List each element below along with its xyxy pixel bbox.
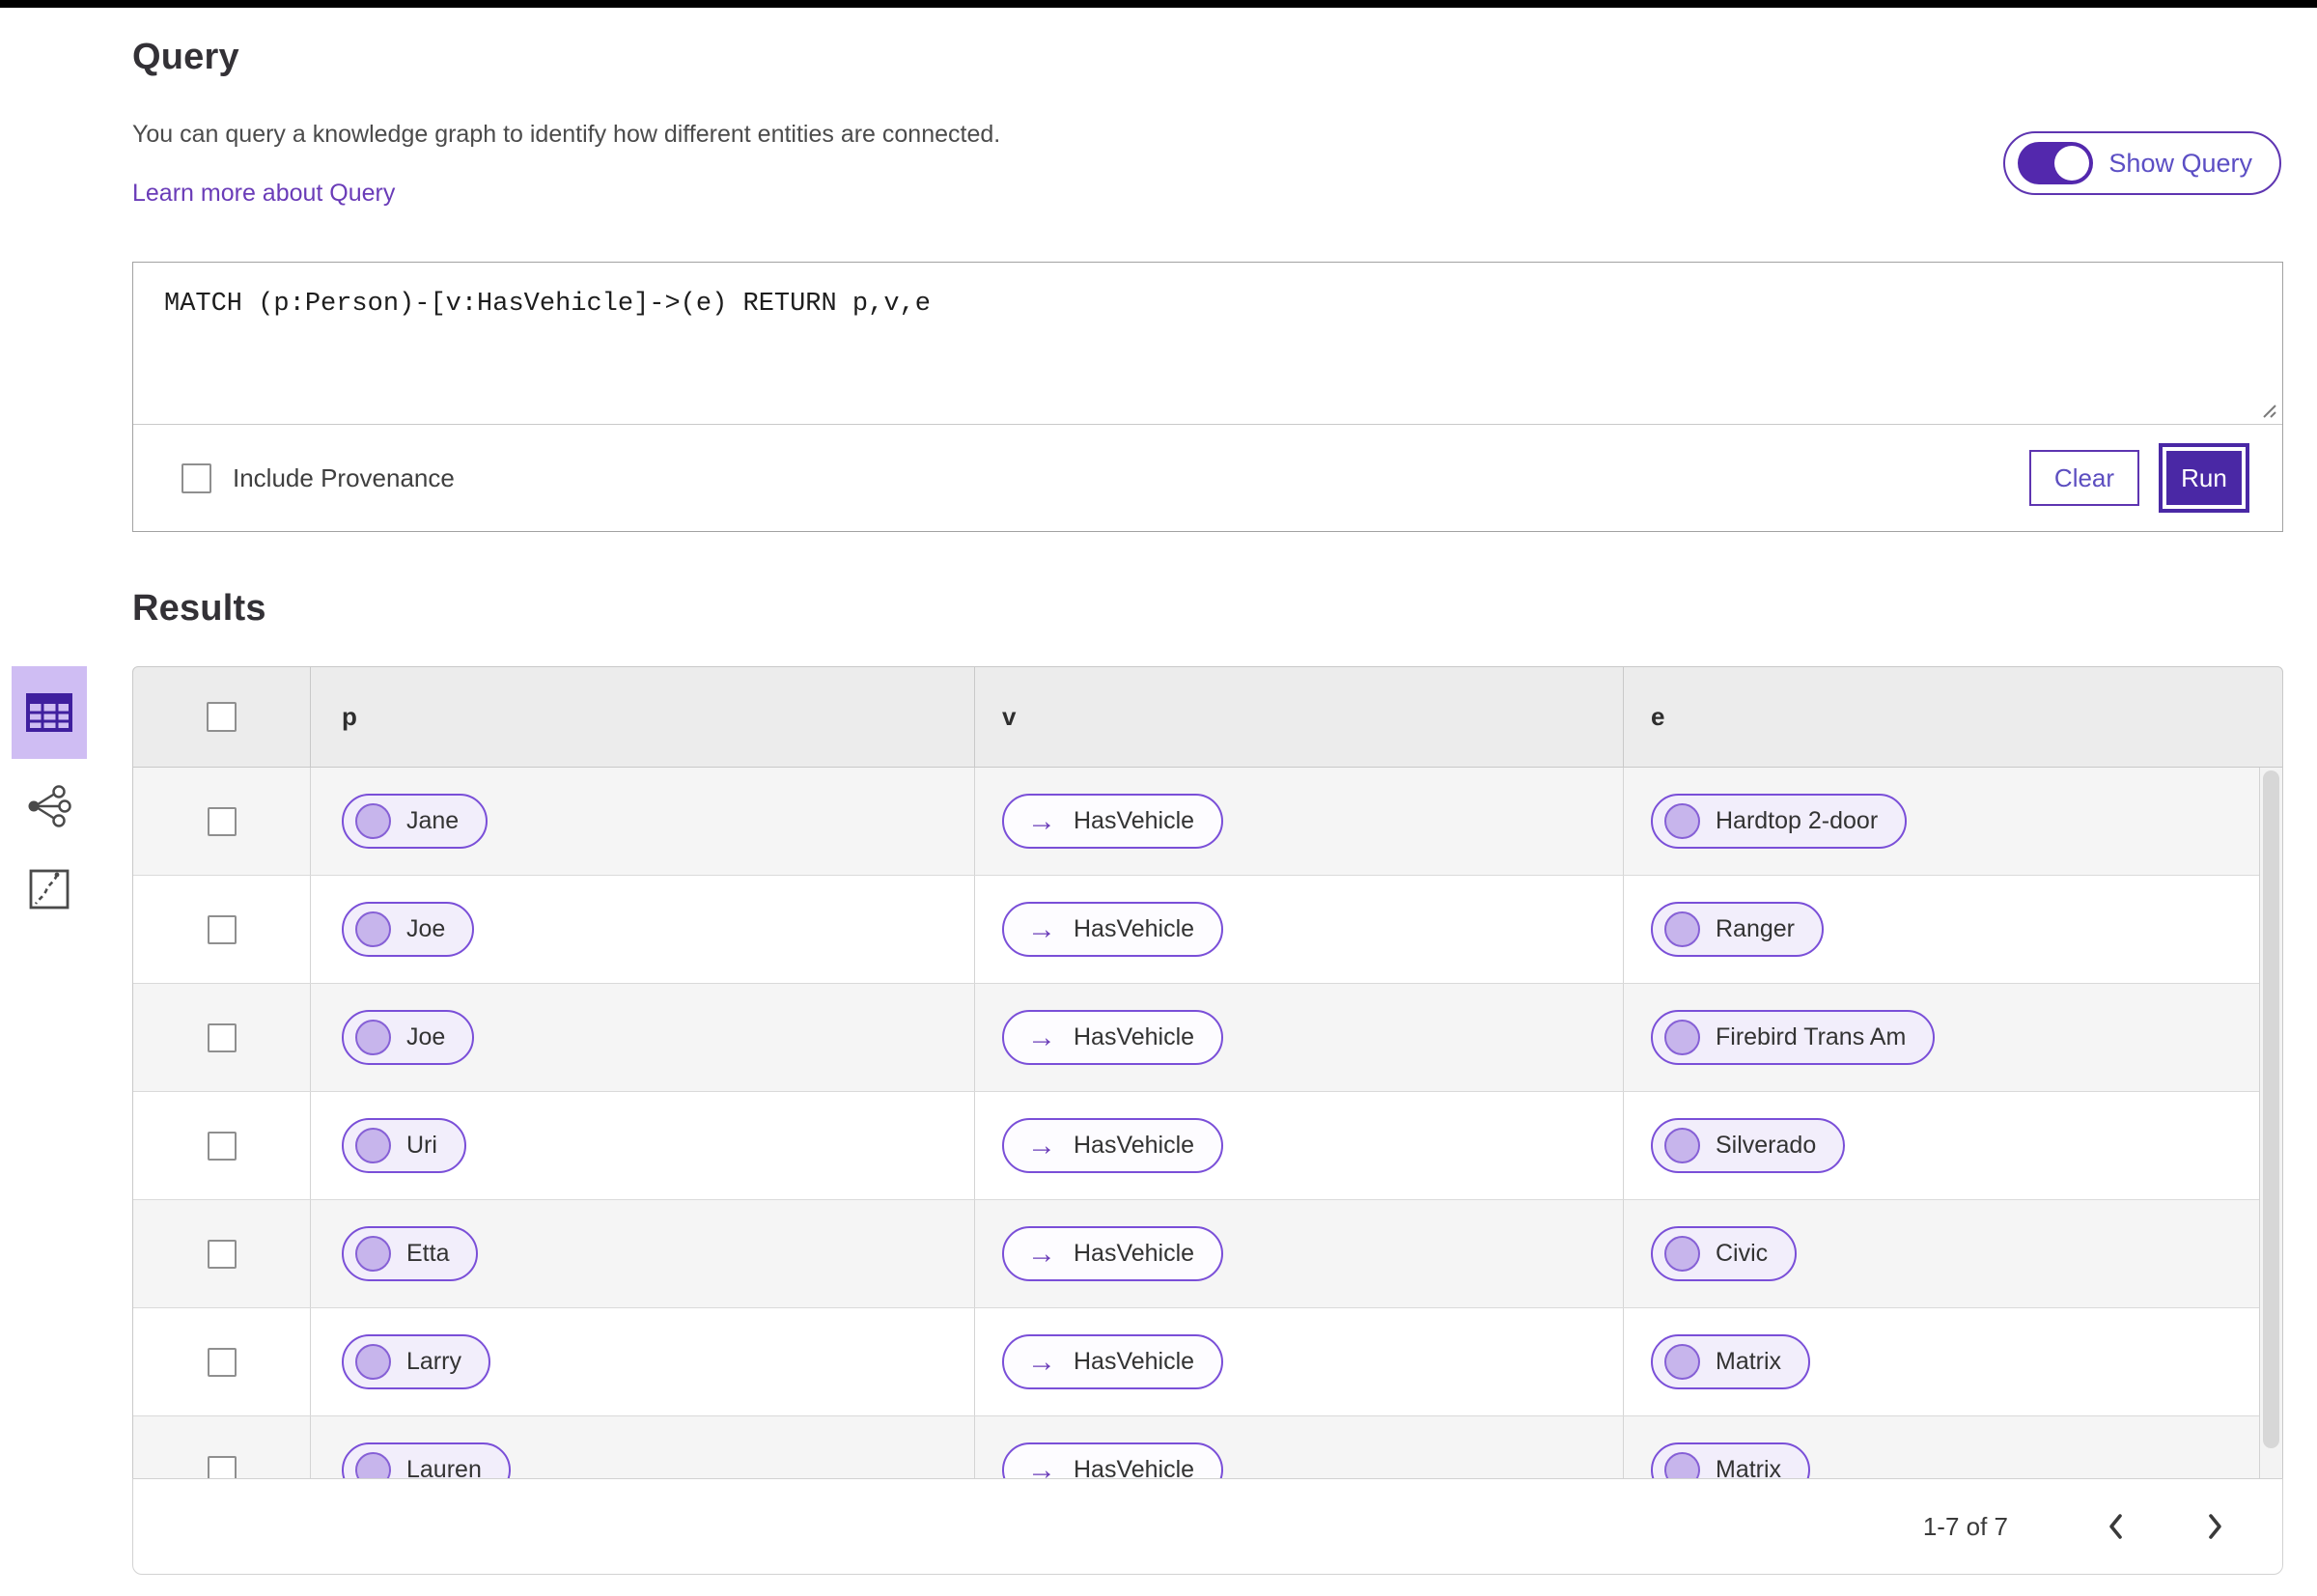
- node-circle-icon: [355, 1128, 391, 1163]
- row-checkbox[interactable]: [207, 1455, 237, 1478]
- node-pill[interactable]: Ranger: [1651, 902, 1824, 957]
- results-table: p v e Jane → HasVehicle Hardtop 2-door Jo…: [132, 666, 2283, 1575]
- graph-view-button[interactable]: [12, 770, 87, 842]
- edge-pill[interactable]: → HasVehicle: [1002, 1226, 1224, 1281]
- query-buttons: Clear Run: [2029, 443, 2253, 513]
- map-view-icon: [29, 869, 70, 910]
- table-body: Jane → HasVehicle Hardtop 2-door Joe → Has…: [132, 768, 2283, 1478]
- node-pill[interactable]: Silverado: [1651, 1118, 1846, 1173]
- show-query-toggle[interactable]: Show Query: [2003, 131, 2281, 195]
- query-description: You can query a knowledge graph to ident…: [132, 121, 1001, 148]
- table-row: Joe → HasVehicle Firebird Trans Am: [133, 984, 2282, 1092]
- query-editor-area: MATCH (p:Person)-[v:HasVehicle]->(e) RET…: [133, 263, 2282, 425]
- edge-pill[interactable]: → HasVehicle: [1002, 794, 1224, 849]
- show-query-label: Show Query: [2108, 148, 2252, 178]
- table-row: Uri → HasVehicle Silverado: [133, 1092, 2282, 1200]
- toggle-switch-icon[interactable]: [2018, 142, 2094, 184]
- edge-pill[interactable]: → HasVehicle: [1002, 902, 1224, 957]
- chevron-left-icon[interactable]: [2097, 1502, 2134, 1551]
- table-header-row: p v e: [132, 666, 2283, 768]
- edge-pill[interactable]: → HasVehicle: [1002, 1010, 1224, 1065]
- table-row: Etta → HasVehicle Civic: [133, 1200, 2282, 1308]
- node-pill[interactable]: Uri: [342, 1118, 466, 1173]
- map-view-button[interactable]: [12, 854, 87, 925]
- node-circle-icon: [355, 1236, 391, 1272]
- query-editor-panel: MATCH (p:Person)-[v:HasVehicle]->(e) RET…: [132, 262, 2283, 532]
- arrow-right-icon: →: [1027, 1129, 1056, 1162]
- table-scrollbar[interactable]: [2259, 768, 2282, 1478]
- arrow-right-icon: →: [1027, 1237, 1056, 1270]
- clear-button[interactable]: Clear: [2029, 450, 2139, 506]
- query-panel-footer: Include Provenance Clear Run: [133, 425, 2282, 531]
- table-row: Jane → HasVehicle Hardtop 2-door: [133, 768, 2282, 876]
- node-circle-icon: [1664, 911, 1700, 947]
- query-textarea[interactable]: MATCH (p:Person)-[v:HasVehicle]->(e) RET…: [133, 263, 2282, 424]
- node-pill[interactable]: Larry: [342, 1334, 490, 1389]
- node-circle-icon: [355, 1344, 391, 1380]
- pagination-range-label: 1-7 of 7: [1922, 1511, 2008, 1541]
- node-pill[interactable]: Firebird Trans Am: [1651, 1010, 1936, 1065]
- node-pill[interactable]: Matrix: [1651, 1442, 1811, 1478]
- table-row: Joe → HasVehicle Ranger: [133, 876, 2282, 984]
- chevron-right-icon[interactable]: [2197, 1502, 2234, 1551]
- scrollbar-thumb[interactable]: [2263, 770, 2279, 1448]
- arrow-right-icon: →: [1027, 1345, 1056, 1378]
- arrow-right-icon: →: [1027, 912, 1056, 945]
- node-circle-icon: [1664, 803, 1700, 839]
- node-pill[interactable]: Lauren: [342, 1442, 511, 1478]
- node-circle-icon: [1664, 1344, 1700, 1380]
- row-checkbox[interactable]: [207, 806, 237, 836]
- arrow-right-icon: →: [1027, 1453, 1056, 1478]
- query-section-title: Query: [132, 37, 239, 77]
- select-all-cell: [133, 667, 310, 767]
- node-pill[interactable]: Hardtop 2-door: [1651, 794, 1908, 849]
- column-header-v: v: [974, 667, 1623, 767]
- row-checkbox[interactable]: [207, 1131, 237, 1161]
- edge-pill[interactable]: → HasVehicle: [1002, 1334, 1224, 1389]
- pagination-bar: 1-7 of 7: [132, 1478, 2283, 1575]
- include-provenance-checkbox[interactable]: [181, 462, 211, 493]
- node-pill[interactable]: Etta: [342, 1226, 479, 1281]
- node-circle-icon: [355, 1452, 391, 1478]
- run-button[interactable]: Run: [2159, 443, 2249, 513]
- node-circle-icon: [1664, 1128, 1700, 1163]
- node-circle-icon: [1664, 1452, 1700, 1478]
- include-provenance-label: Include Provenance: [233, 462, 455, 492]
- table-row: Lauren → HasVehicle Matrix: [133, 1416, 2282, 1478]
- node-pill[interactable]: Joe: [342, 902, 475, 957]
- table-view-icon: [26, 693, 72, 732]
- edge-pill[interactable]: → HasVehicle: [1002, 1442, 1224, 1478]
- edge-pill[interactable]: → HasVehicle: [1002, 1118, 1224, 1173]
- arrow-right-icon: →: [1027, 804, 1056, 837]
- node-pill[interactable]: Matrix: [1651, 1334, 1811, 1389]
- node-circle-icon: [355, 911, 391, 947]
- node-pill[interactable]: Joe: [342, 1010, 475, 1065]
- row-checkbox[interactable]: [207, 1347, 237, 1377]
- node-circle-icon: [355, 1020, 391, 1055]
- row-checkbox[interactable]: [207, 1022, 237, 1052]
- node-circle-icon: [355, 803, 391, 839]
- node-circle-icon: [1664, 1020, 1700, 1055]
- results-section-title: Results: [132, 588, 266, 629]
- node-pill[interactable]: Civic: [1651, 1226, 1798, 1281]
- table-view-button[interactable]: [12, 666, 87, 759]
- table-row: Larry → HasVehicle Matrix: [133, 1308, 2282, 1416]
- graph-view-icon: [28, 785, 71, 827]
- toggle-knob: [2054, 146, 2090, 181]
- column-header-p: p: [310, 667, 974, 767]
- main-content: Query You can query a knowledge graph to…: [132, 8, 2283, 1575]
- row-checkbox[interactable]: [207, 1239, 237, 1269]
- results-view-rail: [12, 666, 87, 925]
- row-checkbox[interactable]: [207, 914, 237, 944]
- column-header-e: e: [1623, 667, 2282, 767]
- node-pill[interactable]: Jane: [342, 794, 489, 849]
- select-all-checkbox[interactable]: [207, 702, 237, 732]
- window-top-border: [0, 0, 2317, 8]
- learn-more-link[interactable]: Learn more about Query: [132, 180, 395, 208]
- node-circle-icon: [1664, 1236, 1700, 1272]
- arrow-right-icon: →: [1027, 1021, 1056, 1053]
